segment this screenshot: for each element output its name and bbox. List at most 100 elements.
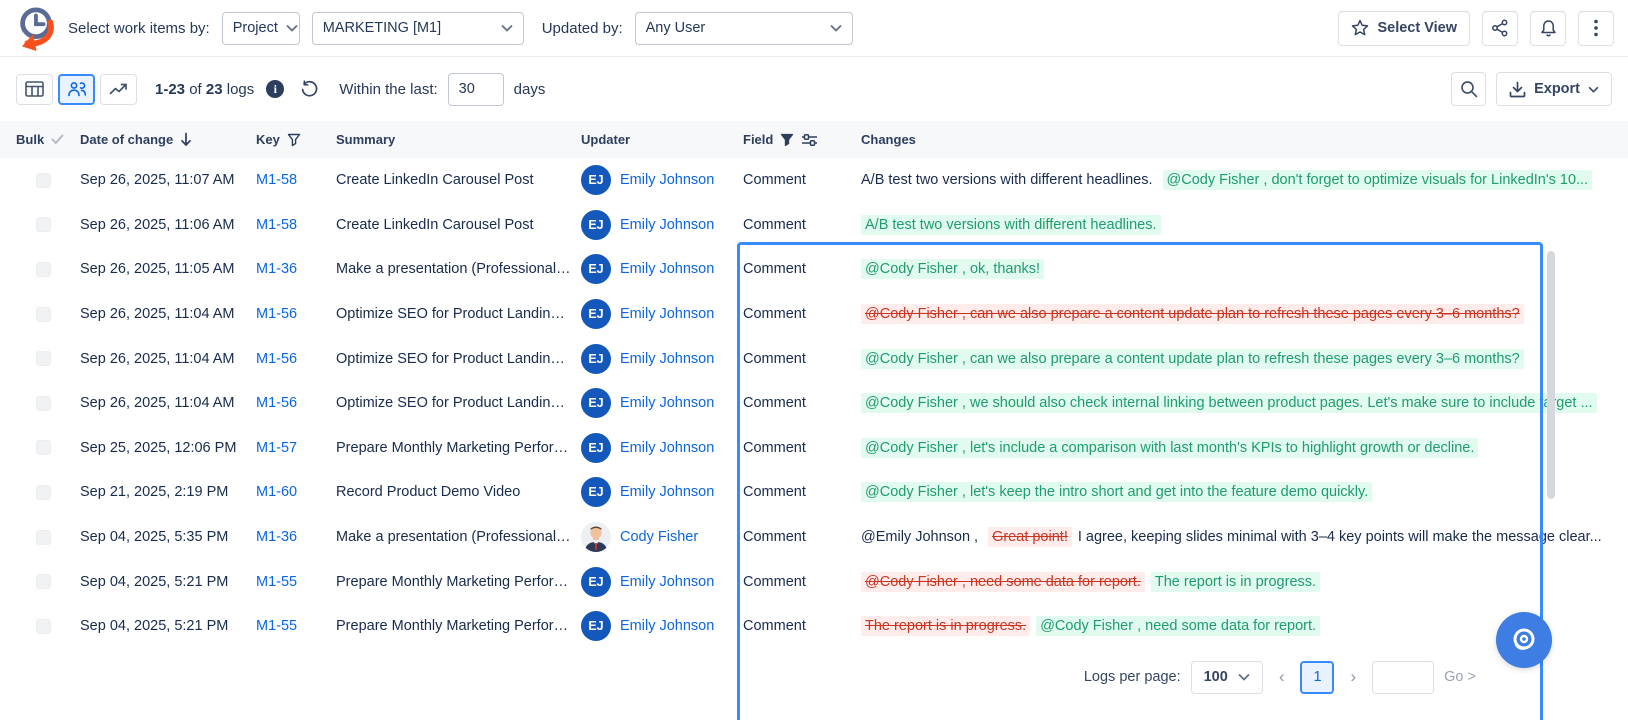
row-checkbox[interactable] <box>36 530 51 545</box>
support-widget-button[interactable] <box>1496 612 1552 668</box>
changes-cell: A/B test two versions with different hea… <box>861 215 1628 235</box>
logs-count-total: 23 <box>206 81 223 98</box>
date-of-change: Sep 26, 2025, 11:04 AM <box>80 306 256 322</box>
column-settings-icon[interactable] <box>801 133 818 147</box>
work-item-key-link[interactable]: M1-58 <box>256 172 297 188</box>
row-checkbox[interactable] <box>36 173 51 188</box>
row-checkbox[interactable] <box>36 396 51 411</box>
page-size-dropdown[interactable]: 100 <box>1191 661 1263 694</box>
row-checkbox[interactable] <box>36 485 51 500</box>
chart-view-button[interactable] <box>100 74 137 105</box>
previous-page-button[interactable]: ‹ <box>1273 667 1291 687</box>
work-item-key-link[interactable]: M1-55 <box>256 618 297 634</box>
search-button[interactable] <box>1451 72 1486 106</box>
updater-name-link[interactable]: Emily Johnson <box>620 440 714 456</box>
work-item-key-link[interactable]: M1-58 <box>256 217 297 233</box>
row-checkbox[interactable] <box>36 262 51 277</box>
select-by-dropdown[interactable]: Project <box>222 12 300 45</box>
field-cell: Comment <box>743 351 861 367</box>
current-page-button[interactable]: 1 <box>1300 661 1334 694</box>
col-header-summary[interactable]: Summary <box>336 132 581 147</box>
bell-icon <box>1539 19 1558 38</box>
refresh-icon[interactable] <box>300 80 319 99</box>
select-by-value: Project <box>233 20 278 36</box>
star-icon <box>1351 19 1369 37</box>
next-page-button[interactable]: › <box>1344 667 1362 687</box>
page-jump-input[interactable] <box>1372 661 1434 694</box>
row-checkbox[interactable] <box>36 574 51 589</box>
date-of-change: Sep 26, 2025, 11:04 AM <box>80 351 256 367</box>
work-item-key-link[interactable]: M1-36 <box>256 261 297 277</box>
summary-cell: Prepare Monthly Marketing Perform... <box>336 574 581 590</box>
work-item-key-link[interactable]: M1-60 <box>256 484 297 500</box>
key-label: Key <box>256 132 280 147</box>
more-menu-button[interactable] <box>1578 11 1614 46</box>
work-item-key-link[interactable]: M1-55 <box>256 574 297 590</box>
table-view-button[interactable] <box>16 74 53 105</box>
bulk-label: Bulk <box>16 132 44 147</box>
search-icon <box>1460 80 1478 98</box>
avatar: EJ <box>581 611 611 641</box>
row-checkbox[interactable] <box>36 351 51 366</box>
date-of-change: Sep 21, 2025, 2:19 PM <box>80 484 256 500</box>
people-view-button[interactable] <box>58 74 95 105</box>
date-of-change: Sep 04, 2025, 5:21 PM <box>80 574 256 590</box>
change-segment-plain: @Emily Johnson , <box>861 527 982 547</box>
kebab-menu-icon <box>1594 19 1598 37</box>
col-header-date[interactable]: Date of change <box>80 132 256 147</box>
key-cell: M1-58 <box>256 217 336 233</box>
export-button[interactable]: Export <box>1496 72 1612 106</box>
col-header-key[interactable]: Key <box>256 132 336 147</box>
work-item-key-link[interactable]: M1-56 <box>256 351 297 367</box>
work-item-key-link[interactable]: M1-57 <box>256 440 297 456</box>
work-item-key-link[interactable]: M1-56 <box>256 306 297 322</box>
date-of-change: Sep 26, 2025, 11:04 AM <box>80 395 256 411</box>
chevron-down-icon <box>1588 86 1599 93</box>
updater-name-link[interactable]: Emily Johnson <box>620 306 714 322</box>
notifications-button[interactable] <box>1530 11 1566 46</box>
changes-cell: @Cody Fisher , ok, thanks! <box>861 259 1628 279</box>
col-header-field[interactable]: Field <box>743 132 861 147</box>
key-cell: M1-36 <box>256 529 336 545</box>
updater-name-link[interactable]: Emily Johnson <box>620 261 714 277</box>
date-of-change: Sep 26, 2025, 11:06 AM <box>80 217 256 233</box>
project-dropdown[interactable]: MARKETING [M1] <box>312 12 524 45</box>
changes-cell: @Emily Johnson , Great point!I agree, ke… <box>861 527 1628 547</box>
updater-name-link[interactable]: Cody Fisher <box>620 529 698 545</box>
info-icon[interactable]: i <box>266 80 284 98</box>
share-button[interactable] <box>1482 11 1518 46</box>
days-unit-label: days <box>514 81 546 98</box>
field-cell: Comment <box>743 261 861 277</box>
change-segment-removed: Great point! <box>988 527 1072 547</box>
row-checkbox[interactable] <box>36 217 51 232</box>
updater-name-link[interactable]: Emily Johnson <box>620 618 714 634</box>
bulk-cell <box>16 530 80 545</box>
vertical-scrollbar[interactable] <box>1547 251 1555 499</box>
change-segment-plain: A/B test two versions with different hea… <box>861 170 1157 190</box>
updater-name-link[interactable]: Emily Johnson <box>620 395 714 411</box>
work-item-key-link[interactable]: M1-56 <box>256 395 297 411</box>
updater-name-link[interactable]: Emily Johnson <box>620 172 714 188</box>
change-segment-added: A/B test two versions with different hea… <box>861 215 1161 235</box>
select-view-button[interactable]: Select View <box>1338 11 1470 46</box>
col-header-bulk[interactable]: Bulk <box>16 132 80 147</box>
work-item-key-link[interactable]: M1-36 <box>256 529 297 545</box>
updater-name-link[interactable]: Emily Johnson <box>620 351 714 367</box>
field-cell: Comment <box>743 529 861 545</box>
updated-by-dropdown[interactable]: Any User <box>635 12 853 45</box>
go-to-page-button[interactable]: Go > <box>1444 669 1476 685</box>
col-header-updater[interactable]: Updater <box>581 132 743 147</box>
row-checkbox[interactable] <box>36 440 51 455</box>
row-checkbox[interactable] <box>36 619 51 634</box>
share-icon <box>1491 19 1509 37</box>
key-cell: M1-56 <box>256 306 336 322</box>
col-header-changes[interactable]: Changes <box>861 132 1628 147</box>
row-checkbox[interactable] <box>36 307 51 322</box>
summary-cell: Optimize SEO for Product Landing P... <box>336 395 581 411</box>
updater-name-link[interactable]: Emily Johnson <box>620 574 714 590</box>
updater-name-link[interactable]: Emily Johnson <box>620 484 714 500</box>
changes-cell: @Cody Fisher , let's include a compariso… <box>861 438 1628 458</box>
table-row: Sep 21, 2025, 2:19 PMM1-60Record Product… <box>0 470 1628 515</box>
days-input[interactable] <box>448 73 504 106</box>
updater-name-link[interactable]: Emily Johnson <box>620 217 714 233</box>
